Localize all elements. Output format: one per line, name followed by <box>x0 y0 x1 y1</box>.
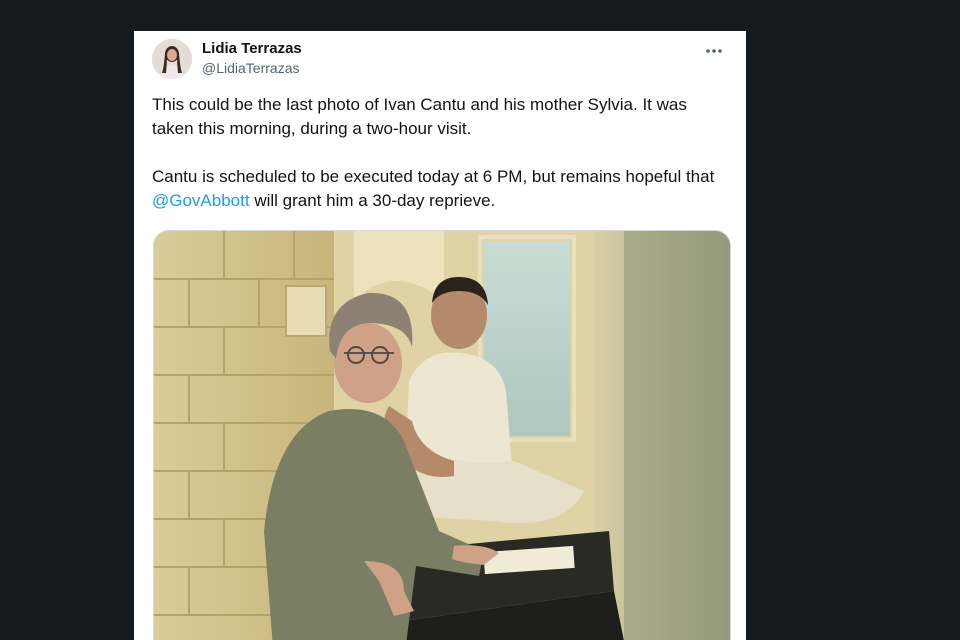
tweet-card[interactable]: Lidia Terrazas @LidiaTerrazas This could… <box>134 31 746 640</box>
more-horizontal-icon <box>706 49 722 53</box>
mention-link[interactable]: @GovAbbott <box>152 191 250 210</box>
author-names: Lidia Terrazas @LidiaTerrazas <box>202 40 302 78</box>
author-handle[interactable]: @LidiaTerrazas <box>202 58 302 78</box>
tweet-paragraph-2-end: will grant him a 30-day reprieve. <box>249 191 496 210</box>
avatar-image <box>152 39 192 79</box>
tweet-photo[interactable] <box>153 230 731 640</box>
tweet-paragraph-1: This could be the last photo of Ivan Can… <box>152 95 687 138</box>
tweet-text: This could be the last photo of Ivan Can… <box>152 93 728 213</box>
tweet-paragraph-2-start: Cantu is scheduled to be executed today … <box>152 167 715 186</box>
more-options-button[interactable] <box>702 41 726 61</box>
tweet-header: Lidia Terrazas @LidiaTerrazas <box>152 39 732 81</box>
photo-illustration <box>154 231 730 640</box>
tweet-paragraph-2: Cantu is scheduled to be executed today … <box>152 165 728 213</box>
author-display-name[interactable]: Lidia Terrazas <box>202 40 302 58</box>
author-avatar[interactable] <box>152 39 192 79</box>
